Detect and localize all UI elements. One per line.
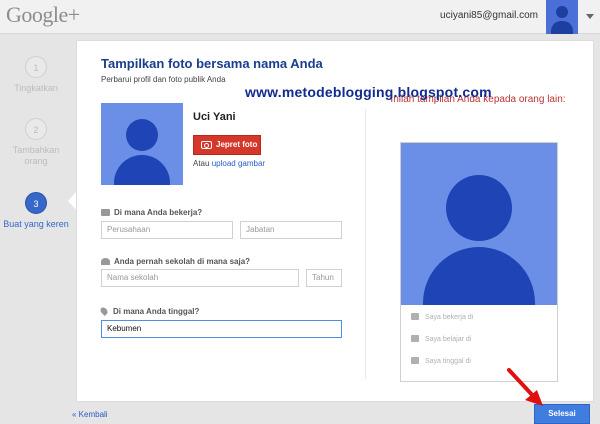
step-label: Buat yang keren [3, 219, 69, 229]
account-avatar[interactable] [546, 0, 578, 34]
preview-row-school: Saya belajar di [411, 335, 471, 343]
top-bar: Google+ uciyani85@gmail.com [0, 0, 600, 34]
user-name: Uci Yani [193, 111, 236, 123]
step-3[interactable]: 3 Buat yang keren [0, 192, 72, 230]
step-number: 1 [25, 56, 47, 78]
location-pin-icon [411, 357, 419, 364]
blog-watermark: www.metodeblogging.blogspot.com [245, 84, 492, 100]
active-step-pointer [68, 192, 76, 210]
step-2[interactable]: 2 Tambahkan orang [0, 118, 72, 167]
preview-row-location: Saya tinggal di [411, 357, 471, 365]
card-subtitle: Perbarui profil dan foto publik Anda [101, 75, 226, 84]
year-input[interactable]: Tahun [306, 269, 342, 287]
company-input[interactable]: Perusahaan [101, 221, 233, 239]
red-arrow-icon [507, 368, 543, 406]
camera-icon [201, 141, 212, 149]
briefcase-icon [101, 209, 110, 216]
position-input[interactable]: Jabatan [240, 221, 342, 239]
location-pin-icon [99, 306, 109, 316]
school-input[interactable]: Nama sekolah [101, 269, 299, 287]
step-1[interactable]: 1 Tingkatkan [0, 56, 72, 94]
google-plus-logo[interactable]: Google+ [6, 2, 80, 28]
briefcase-icon [411, 313, 419, 320]
graduation-cap-icon [411, 335, 419, 342]
work-question: Di mana Anda bekerja? [101, 208, 202, 217]
step-number: 3 [25, 192, 47, 214]
back-link[interactable]: « Kembali [72, 410, 108, 419]
graduation-cap-icon [101, 258, 110, 265]
panel-divider [365, 109, 366, 379]
preview-photo [401, 143, 557, 305]
card-title: Tampilkan foto bersama nama Anda [101, 56, 323, 71]
upload-image-link[interactable]: upload gambar [212, 159, 265, 168]
step-number: 2 [25, 118, 47, 140]
school-question: Anda pernah sekolah di mana saja? [101, 257, 250, 266]
profile-photo[interactable] [101, 103, 183, 185]
step-label: Tambahkan orang [12, 145, 60, 166]
preview-row-work: Saya bekerja di [411, 313, 473, 321]
upload-line: Atau upload gambar [193, 159, 266, 168]
location-input[interactable]: Kebumen [101, 320, 342, 338]
take-photo-button[interactable]: Jepret foto [193, 135, 261, 155]
account-email[interactable]: uciyani85@gmail.com [440, 10, 538, 21]
location-question: Di mana Anda tinggal? [99, 306, 199, 316]
profile-preview: Saya bekerja di Saya belajar di Saya tin… [400, 142, 558, 382]
step-label: Tingkatkan [14, 83, 58, 93]
account-menu-chevron-down-icon[interactable] [586, 14, 594, 19]
